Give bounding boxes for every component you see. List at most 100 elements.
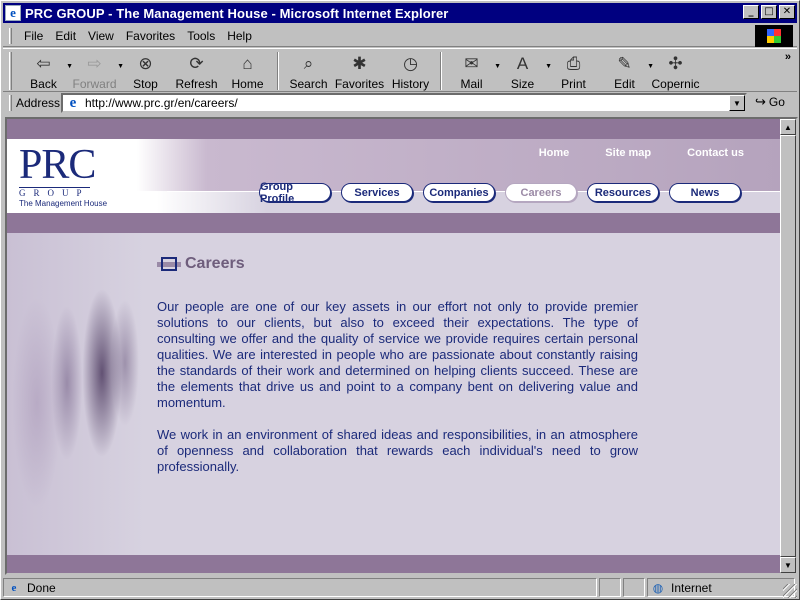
- header-bottom-stripe: [7, 213, 780, 233]
- top-link-site-map[interactable]: Site map: [605, 147, 651, 159]
- address-input[interactable]: [85, 96, 685, 110]
- mail-icon: ✉: [464, 53, 479, 73]
- menu-file[interactable]: File: [18, 29, 49, 43]
- back-label: Back: [30, 77, 57, 91]
- forward-arrow-icon: ⇨: [87, 53, 102, 73]
- stop-label: Stop: [133, 77, 158, 91]
- scroll-down-button[interactable]: ▼: [780, 557, 796, 573]
- menu-bar: File Edit View Favorites Tools Help: [3, 25, 797, 47]
- go-button[interactable]: ↪ Go: [755, 94, 785, 110]
- go-arrow-icon: ↪: [755, 94, 766, 109]
- address-box[interactable]: e ▼: [61, 93, 747, 113]
- address-bar: Address e ▼ ↪ Go: [3, 92, 797, 114]
- resize-grip[interactable]: [783, 584, 797, 598]
- favorites-label: Favorites: [334, 77, 385, 91]
- back-button[interactable]: ⇦ Back ▼: [18, 49, 73, 92]
- paragraph-2: We work in an environment of shared idea…: [157, 427, 638, 474]
- zone-text: Internet: [671, 580, 712, 595]
- refresh-button[interactable]: ⟳ Refresh: [171, 49, 222, 92]
- edit-button[interactable]: ✎ Edit ▼: [599, 49, 654, 92]
- nav-tab-companies[interactable]: Companies: [423, 183, 495, 202]
- standard-toolbar: ⇦ Back ▼ ⇨ Forward ▼ ⊗ Stop ⟳ Refresh ⌂ Home ⌕ Search…: [3, 48, 797, 92]
- addressbar-grip[interactable]: [9, 95, 12, 111]
- home-label: Home: [231, 77, 264, 91]
- logo-group: GROUP: [19, 187, 90, 198]
- prc-logo[interactable]: PRC GROUP The Management House: [19, 142, 129, 209]
- stop-icon: ⊗: [138, 53, 153, 73]
- page-done-icon: e: [11, 581, 17, 594]
- nav-tab-group-profile[interactable]: Group Profile: [259, 181, 331, 205]
- menu-favorites[interactable]: Favorites: [120, 29, 181, 43]
- toolbar-separator: [277, 52, 279, 90]
- close-button[interactable]: ✕: [779, 5, 795, 19]
- refresh-label: Refresh: [175, 77, 218, 91]
- favorites-button[interactable]: ✱ Favorites: [334, 49, 385, 92]
- size-button[interactable]: A Size ▼: [497, 49, 552, 92]
- heading-bullet-icon: [157, 257, 181, 271]
- footer-stripe: [7, 555, 780, 573]
- forward-label: Forward: [72, 77, 117, 91]
- title-bar[interactable]: e PRC GROUP - The Management House - Mic…: [3, 3, 797, 23]
- top-link-contact-us[interactable]: Contact us: [687, 147, 744, 159]
- nav-tab-news[interactable]: News: [669, 183, 741, 202]
- edit-label: Edit: [614, 77, 635, 91]
- vertical-scrollbar[interactable]: ▲ ▼: [780, 119, 796, 573]
- toolbar-grip[interactable]: [9, 52, 12, 90]
- search-button[interactable]: ⌕ Search: [283, 49, 334, 92]
- edit-icon: ✎: [617, 53, 632, 73]
- scroll-thumb[interactable]: [780, 135, 796, 557]
- menu-edit[interactable]: Edit: [49, 29, 82, 43]
- status-panel-3: [623, 578, 645, 597]
- menu-tools[interactable]: Tools: [181, 29, 221, 43]
- ie-app-icon[interactable]: e: [5, 5, 21, 21]
- forward-button[interactable]: ⇨ Forward ▼: [69, 49, 124, 92]
- print-icon: ⎙: [566, 53, 581, 73]
- status-bar: e Done ◍ Internet: [3, 578, 797, 598]
- home-icon: ⌂: [242, 53, 253, 73]
- history-button[interactable]: ◷ History: [385, 49, 436, 92]
- main-navigation: Group Profile Services Companies Careers Res…: [259, 181, 751, 205]
- copernic-icon: ✣: [668, 53, 683, 73]
- print-label: Print: [561, 77, 586, 91]
- decorative-side-image: [7, 233, 145, 573]
- mail-button[interactable]: ✉ Mail ▼: [446, 49, 501, 92]
- minimize-button[interactable]: _: [743, 5, 759, 19]
- print-button[interactable]: ⎙ Print: [548, 49, 599, 92]
- globe-icon: ◍: [652, 580, 664, 595]
- copernic-button[interactable]: ✣ Copernic: [650, 49, 701, 92]
- section-heading: Careers: [157, 255, 245, 273]
- menubar-grip[interactable]: [9, 27, 12, 44]
- careers-body: Our people are one of our key assets in …: [157, 299, 638, 491]
- nav-tab-resources[interactable]: Resources: [587, 183, 659, 202]
- mail-label: Mail: [460, 77, 483, 91]
- favorites-icon: ✱: [352, 53, 367, 73]
- nav-tab-services[interactable]: Services: [341, 183, 413, 202]
- back-arrow-icon: ⇦: [36, 53, 51, 73]
- ie-window: e PRC GROUP - The Management House - Mic…: [0, 0, 800, 600]
- top-stripe: [7, 119, 780, 139]
- address-dropdown-button[interactable]: ▼: [729, 95, 745, 111]
- status-panel-2: [599, 578, 621, 597]
- maximize-button[interactable]: □: [761, 5, 777, 19]
- page-icon: e: [69, 94, 77, 111]
- window-controls: _ □ ✕: [741, 5, 795, 19]
- size-label: Size: [510, 77, 535, 91]
- toolbar-separator: [440, 52, 442, 90]
- logo-tagline: The Management House: [19, 199, 108, 208]
- nav-tab-careers[interactable]: Careers: [505, 183, 577, 202]
- search-label: Search: [289, 77, 328, 91]
- menu-view[interactable]: View: [82, 29, 120, 43]
- scroll-up-button[interactable]: ▲: [780, 119, 796, 135]
- stop-button[interactable]: ⊗ Stop: [120, 49, 171, 92]
- menu-help[interactable]: Help: [221, 29, 258, 43]
- go-label: Go: [768, 95, 785, 109]
- top-links: Home Site map Contact us: [539, 147, 780, 159]
- toolbar-overflow-icon[interactable]: »: [785, 51, 791, 63]
- home-button[interactable]: ⌂ Home: [222, 49, 273, 92]
- top-link-home[interactable]: Home: [539, 147, 570, 159]
- status-text-panel: e Done: [3, 578, 597, 597]
- window-title: PRC GROUP - The Management House - Micro…: [25, 5, 449, 21]
- windows-logo-icon: [755, 25, 793, 47]
- logo-prc: PRC: [19, 142, 96, 188]
- paragraph-1: Our people are one of our key assets in …: [157, 299, 638, 410]
